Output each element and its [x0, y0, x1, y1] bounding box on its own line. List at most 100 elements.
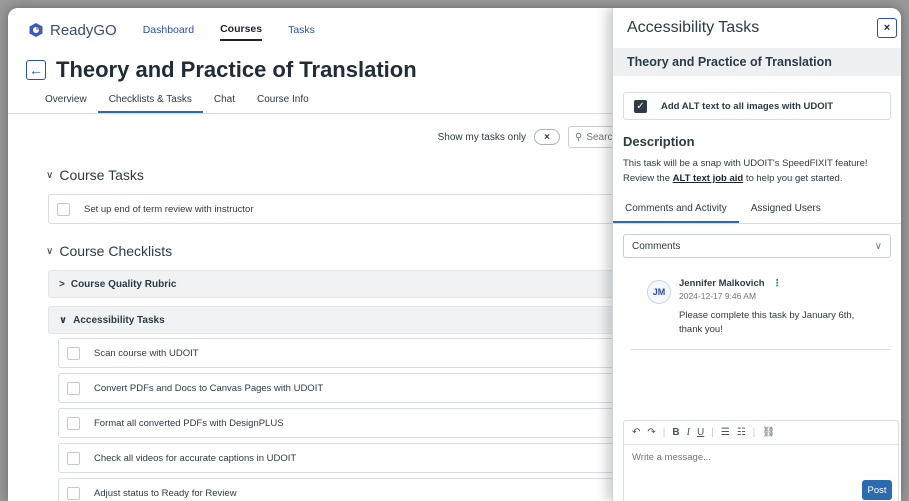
activity-filter-select[interactable]: Comments ∨ [623, 234, 891, 258]
tab-checklists-tasks[interactable]: Checklists & Tasks [97, 90, 203, 113]
numbered-list-icon[interactable]: ☷ [737, 427, 746, 438]
title-row: ← Theory and Practice of Translation [8, 52, 618, 88]
app-window: ReadyGO Dashboard Courses Tasks ← Theory… [8, 8, 901, 501]
list-item[interactable]: Adjust status to Ready for Review [58, 478, 618, 501]
task-checkbox[interactable] [67, 346, 80, 360]
task-label: Convert PDFs and Docs to Canvas Pages wi… [94, 382, 324, 394]
job-aid-link[interactable]: ALT text job aid [673, 173, 744, 184]
task-label: Format all converted PDFs with DesignPLU… [94, 417, 284, 429]
list-item[interactable]: Check all videos for accurate captions i… [58, 443, 618, 473]
task-label: Check all videos for accurate captions i… [94, 452, 297, 464]
task-checkbox[interactable] [67, 486, 80, 500]
task-label: Scan course with UDOIT [94, 347, 199, 359]
description-line-1: This task will be a snap with UDOIT's Sp… [623, 158, 868, 169]
panel-title: Accessibility Tasks [627, 19, 760, 36]
task-checkbox[interactable] [67, 381, 80, 395]
course-tabs: Overview Checklists & Tasks Chat Course … [8, 90, 618, 114]
panel-task-label: Add ALT text to all images with UDOIT [661, 100, 834, 112]
readygo-logo-icon [29, 23, 43, 37]
close-icon: × [883, 22, 891, 34]
arrow-left-icon: ← [29, 62, 43, 78]
tab-assigned-users[interactable]: Assigned Users [739, 198, 833, 223]
group-title: Course Quality Rubric [70, 278, 177, 290]
divider [631, 349, 891, 350]
comment-item: JM Jennifer Malkovich ⋮ 2024-12-17 9:46 … [613, 278, 901, 337]
kebab-menu-icon[interactable]: ⋮ [773, 278, 783, 289]
checkmark-icon[interactable]: ✓ [634, 99, 647, 113]
task-checkbox[interactable] [67, 451, 80, 465]
avatar: JM [647, 280, 671, 304]
task-detail-panel: Accessibility Tasks × Theory and Practic… [612, 8, 901, 501]
description-heading: Description [623, 134, 695, 149]
accessibility-task-list: Scan course with UDOIT Convert PDFs and … [8, 338, 618, 501]
search-input[interactable]: ⚲ Search [568, 126, 618, 148]
nav-tasks[interactable]: Tasks [288, 20, 315, 40]
chevron-right-icon: > [59, 278, 65, 290]
redo-icon[interactable]: ↷ [647, 427, 655, 438]
brand-logo[interactable]: ReadyGO [28, 22, 117, 39]
panel-course-title: Theory and Practice of Translation [613, 48, 901, 76]
tab-overview[interactable]: Overview [34, 90, 98, 113]
brand-name: ReadyGO [50, 21, 117, 39]
link-icon[interactable]: ⛓ [762, 427, 775, 438]
undo-icon[interactable]: ↶ [632, 427, 640, 438]
comment-body: Jennifer Malkovich ⋮ 2024-12-17 9:46 AM … [679, 278, 901, 337]
description-line-2-post: to help you get started. [743, 173, 843, 184]
description-line-2-pre: Review the [623, 173, 673, 184]
back-button[interactable]: ← [26, 60, 46, 80]
main-content: ReadyGO Dashboard Courses Tasks ← Theory… [8, 8, 618, 501]
toolbar-separator: | [752, 427, 756, 438]
bullet-list-icon[interactable]: ☰ [721, 427, 730, 438]
my-tasks-label: Show my tasks only [437, 131, 526, 143]
panel-header: Accessibility Tasks × [613, 8, 901, 48]
comment-author: Jennifer Malkovich [679, 278, 765, 289]
task-row[interactable]: Set up end of term review with instructo… [48, 194, 618, 224]
underline-icon[interactable]: U [697, 427, 704, 438]
chevron-down-icon: ∨ [46, 169, 54, 181]
course-checklists-heading[interactable]: ∨ Course Checklists [8, 236, 618, 266]
chevron-down-icon: ∨ [46, 245, 54, 257]
toolbar-separator: | [662, 427, 666, 438]
my-tasks-toggle[interactable]: × [534, 129, 560, 145]
nav-courses[interactable]: Courses [220, 19, 263, 41]
task-checkbox[interactable] [67, 416, 80, 430]
editor-toolbar: ↶ ↷ | B I U | ☰ ☷ | ⛓ [624, 421, 898, 445]
toolbar-separator: | [711, 427, 714, 438]
select-value: Comments [632, 240, 681, 252]
tab-comments-activity[interactable]: Comments and Activity [613, 198, 739, 223]
comment-timestamp: 2024-12-17 9:46 AM [679, 291, 757, 301]
page-title: Theory and Practice of Translation [56, 57, 417, 82]
comment-author-row: Jennifer Malkovich ⋮ [679, 278, 901, 289]
comment-text: Please complete this task by January 6th… [679, 310, 855, 335]
close-icon: × [544, 131, 550, 143]
group-title: Accessibility Tasks [73, 314, 165, 326]
post-button[interactable]: Post [862, 480, 892, 500]
panel-tabs: Comments and Activity Assigned Users [613, 198, 901, 224]
checklist-group-accessibility[interactable]: ∨ Accessibility Tasks [48, 306, 618, 334]
top-navigation: ReadyGO Dashboard Courses Tasks [8, 8, 618, 52]
task-label: Set up end of term review with instructo… [84, 203, 254, 215]
course-checklists-title: Course Checklists [59, 243, 173, 259]
list-item[interactable]: Convert PDFs and Docs to Canvas Pages wi… [58, 373, 618, 403]
comment-composer: ↶ ↷ | B I U | ☰ ☷ | ⛓ Write a message...… [623, 420, 899, 501]
search-icon: ⚲ [575, 131, 583, 143]
chevron-down-icon: ∨ [59, 314, 68, 326]
list-item[interactable]: Scan course with UDOIT [58, 338, 618, 368]
task-label: Adjust status to Ready for Review [94, 487, 237, 499]
course-tasks-title: Course Tasks [59, 167, 144, 183]
list-item[interactable]: Format all converted PDFs with DesignPLU… [58, 408, 618, 438]
close-panel-button[interactable]: × [877, 18, 897, 38]
course-tasks-heading[interactable]: ∨ Course Tasks [8, 160, 618, 190]
checklist-group-quality-rubric[interactable]: > Course Quality Rubric [48, 270, 618, 298]
filter-row: Show my tasks only × ⚲ Search [8, 114, 618, 160]
tab-chat[interactable]: Chat [203, 90, 246, 113]
italic-icon[interactable]: I [687, 427, 690, 438]
task-checkbox[interactable] [57, 202, 70, 216]
tab-course-info[interactable]: Course Info [246, 90, 320, 113]
message-input[interactable]: Write a message... [624, 445, 898, 470]
panel-task-row[interactable]: ✓ Add ALT text to all images with UDOIT [623, 92, 891, 120]
description-text: This task will be a snap with UDOIT's Sp… [613, 156, 893, 186]
bold-icon[interactable]: B [672, 427, 679, 438]
chevron-down-icon: ∨ [874, 240, 882, 252]
nav-dashboard[interactable]: Dashboard [143, 20, 194, 40]
